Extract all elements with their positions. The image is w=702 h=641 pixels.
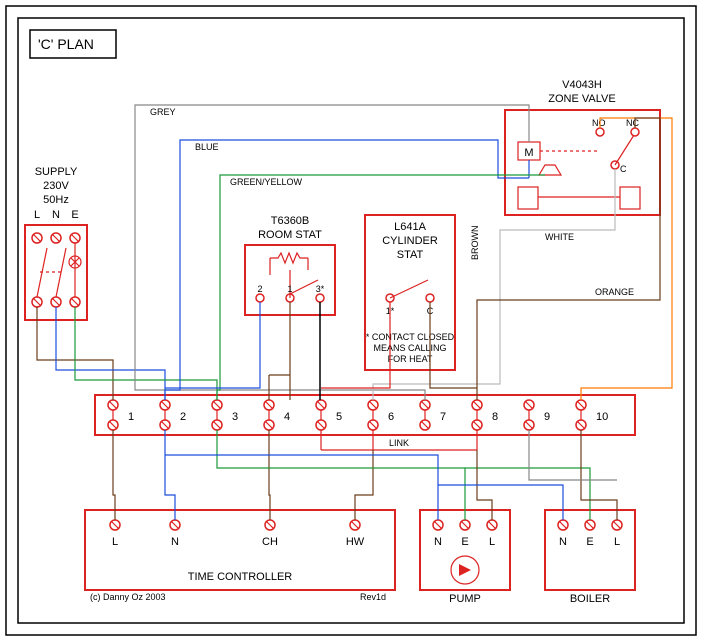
room-stat-label: ROOM STAT bbox=[258, 229, 322, 241]
supply-term-n: N bbox=[52, 209, 60, 221]
tc-rev: Rev1d bbox=[360, 592, 386, 602]
bus-t7: 7 bbox=[440, 411, 446, 423]
zone-valve-no: NO bbox=[592, 118, 606, 128]
supply-term-e: E bbox=[71, 209, 78, 221]
pump-l: L bbox=[489, 536, 495, 548]
zone-valve-nc: NC bbox=[626, 118, 639, 128]
cyl-stat-model: L641A bbox=[394, 221, 426, 233]
pump-n: N bbox=[434, 536, 442, 548]
wire-bus-boiler-l bbox=[581, 430, 617, 520]
bus-link: LINK bbox=[321, 430, 477, 450]
boiler-e: E bbox=[586, 536, 593, 548]
tc-l: L bbox=[112, 536, 118, 548]
wiring-diagram: 'C' PLAN SUPPLY 230V 50Hz L N E V4043H Z… bbox=[0, 0, 702, 641]
wire-zv-green bbox=[217, 175, 545, 400]
cyl-stat-label2: STAT bbox=[397, 249, 424, 261]
bus-t10: 10 bbox=[596, 411, 608, 423]
wire-zv-white bbox=[373, 169, 615, 400]
zone-valve-c: C bbox=[620, 164, 627, 174]
bus-t8: 8 bbox=[492, 411, 498, 423]
supply-voltage: 230V bbox=[43, 180, 69, 192]
bus-t1: 1 bbox=[128, 411, 134, 423]
supply-term-l: L bbox=[34, 209, 40, 221]
zone-valve-model: V4043H bbox=[562, 79, 602, 91]
wire-supply-e bbox=[75, 307, 217, 400]
supply-freq: 50Hz bbox=[43, 194, 69, 206]
wire-bus-tc-ch bbox=[269, 430, 270, 520]
bus-t5: 5 bbox=[336, 411, 342, 423]
cyl-stat-label1: CYLINDER bbox=[382, 235, 438, 247]
wire-bus9-boiler bbox=[529, 430, 617, 480]
color-white: WHITE bbox=[545, 232, 574, 242]
color-green: GREEN/YELLOW bbox=[230, 177, 303, 187]
supply-label: SUPPLY bbox=[35, 166, 78, 178]
boiler-label: BOILER bbox=[570, 593, 610, 605]
bus-t3: 3 bbox=[232, 411, 238, 423]
room-stat-t2: 2 bbox=[257, 284, 262, 294]
room-stat-model: T6360B bbox=[271, 215, 310, 227]
tc-hw: HW bbox=[346, 536, 365, 548]
tc-ch: CH bbox=[262, 536, 278, 548]
color-grey: GREY bbox=[150, 107, 176, 117]
color-blue: BLUE bbox=[195, 142, 219, 152]
terminal-bus bbox=[95, 395, 635, 435]
room-stat-t1: 1 bbox=[287, 284, 292, 294]
zone-valve-m: M bbox=[524, 147, 533, 159]
wire-bus-earth-boiler bbox=[465, 468, 590, 520]
color-orange: ORANGE bbox=[595, 287, 634, 297]
boiler-l: L bbox=[614, 536, 620, 548]
wire-bus-earth-pump bbox=[217, 430, 465, 520]
bus-terminals: 1 2 3 4 5 6 bbox=[108, 400, 608, 430]
boiler: N E L BOILER bbox=[545, 510, 635, 605]
wire-bus-tc-n bbox=[165, 430, 175, 520]
bus-t4: 4 bbox=[284, 411, 290, 423]
time-controller: L N CH HW TIME CONTROLLER (c) Danny Oz 2… bbox=[85, 510, 395, 602]
bus-link-label: LINK bbox=[389, 438, 409, 448]
cyl-foot1: * CONTACT CLOSED bbox=[366, 332, 455, 342]
boiler-n: N bbox=[559, 536, 567, 548]
bus-t9: 9 bbox=[544, 411, 550, 423]
zone-valve: M NO NC C bbox=[505, 110, 660, 215]
tc-label: TIME CONTROLLER bbox=[188, 571, 293, 583]
pump-e: E bbox=[461, 536, 468, 548]
diagram-title: 'C' PLAN bbox=[38, 36, 94, 52]
zone-valve-label: ZONE VALVE bbox=[548, 93, 615, 105]
bus-t6: 6 bbox=[388, 411, 394, 423]
cyl-foot3: FOR HEAT bbox=[388, 354, 433, 364]
pump: N E L PUMP bbox=[420, 510, 510, 605]
wire-zv-blue bbox=[165, 140, 509, 400]
room-stat-t3: 3* bbox=[316, 284, 325, 294]
wire-bus-tc-l bbox=[113, 430, 115, 520]
tc-credit: (c) Danny Oz 2003 bbox=[90, 592, 166, 602]
bus-t2: 2 bbox=[180, 411, 186, 423]
wire-zv-orange bbox=[581, 118, 672, 400]
supply-switch bbox=[25, 225, 87, 320]
pump-label: PUMP bbox=[449, 593, 481, 605]
cyl-foot2: MEANS CALLING bbox=[373, 343, 446, 353]
tc-n: N bbox=[171, 536, 179, 548]
color-brown: BROWN bbox=[470, 226, 480, 261]
